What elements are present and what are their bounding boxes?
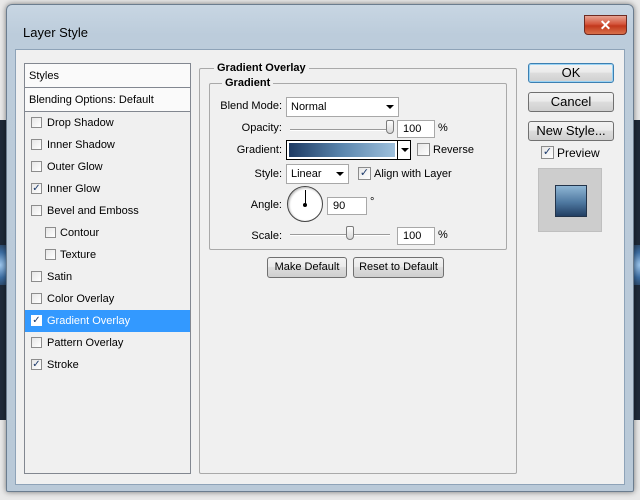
style-item-texture[interactable]: Texture (25, 244, 190, 266)
style-checkbox-drop-shadow[interactable] (31, 117, 42, 128)
preview-checkbox[interactable]: ✓ (541, 146, 554, 159)
style-checkbox-color-overlay[interactable] (31, 293, 42, 304)
style-item-label: Color Overlay (47, 293, 115, 305)
chevron-down-icon (336, 172, 344, 176)
align-with-layer-checkbox[interactable]: ✓ (358, 167, 371, 180)
scale-slider-thumb[interactable] (346, 226, 354, 240)
style-checkbox-gradient-overlay[interactable]: ✓ (31, 315, 42, 326)
blend-mode-select[interactable]: Normal (286, 97, 399, 117)
reverse-label: Reverse (433, 144, 474, 156)
gradient-group-title: Gradient (222, 77, 274, 89)
scale-slider-track[interactable] (290, 234, 390, 236)
style-rows: Drop Shadow Inner Shadow Outer Glow ✓ Inner … (25, 112, 190, 376)
preview-label: Preview (557, 146, 600, 160)
style-checkbox-inner-glow[interactable]: ✓ (31, 183, 42, 194)
style-item-label: Drop Shadow (47, 117, 114, 129)
opacity-slider-track[interactable] (290, 129, 390, 131)
style-item-outer-glow[interactable]: Outer Glow (25, 156, 190, 178)
style-checkbox-stroke[interactable]: ✓ (31, 359, 42, 370)
checkmark-icon: ✓ (542, 146, 553, 158)
styles-header[interactable]: Styles (25, 64, 190, 88)
style-checkbox-inner-shadow[interactable] (31, 139, 42, 150)
style-preview-swatch (555, 185, 587, 217)
reset-to-default-button[interactable]: Reset to Default (353, 257, 444, 278)
style-item-color-overlay[interactable]: Color Overlay (25, 288, 190, 310)
gradient-overlay-title: Gradient Overlay (214, 62, 309, 74)
style-item-label: Texture (60, 249, 97, 261)
opacity-label: Opacity: (241, 122, 282, 134)
angle-dial-center (303, 203, 307, 207)
style-checkbox-bevel-and-emboss[interactable] (31, 205, 42, 216)
style-item-label: Bevel and Emboss (47, 205, 139, 217)
gradient-label: Gradient: (236, 144, 282, 156)
blend-mode-value: Normal (291, 101, 327, 113)
close-button[interactable]: ✕ (584, 15, 627, 35)
style-checkbox-contour[interactable] (45, 227, 56, 238)
style-item-drop-shadow[interactable]: Drop Shadow (25, 112, 190, 134)
layer-style-dialog: Layer Style ✕ Styles Blending Options: D… (6, 4, 634, 492)
style-checkbox-texture[interactable] (45, 249, 56, 260)
scale-unit: % (438, 229, 448, 241)
style-item-label: Inner Shadow (47, 139, 115, 151)
cancel-button[interactable]: Cancel (528, 92, 614, 112)
style-item-satin[interactable]: Satin (25, 266, 190, 288)
style-item-inner-glow[interactable]: ✓ Inner Glow (25, 178, 190, 200)
checkmark-icon: ✓ (359, 167, 370, 179)
gradient-preview-fill (289, 143, 395, 157)
ok-button[interactable]: OK (528, 63, 614, 83)
style-checkbox-satin[interactable] (31, 271, 42, 282)
style-checkbox-outer-glow[interactable] (31, 161, 42, 172)
style-item-label: Outer Glow (47, 161, 103, 173)
close-icon: ✕ (599, 17, 612, 33)
styles-list: Styles Blending Options: Default Drop Sh… (24, 63, 191, 474)
style-label: Style: (254, 168, 282, 180)
style-item-bevel-and-emboss[interactable]: Bevel and Emboss (25, 200, 190, 222)
chevron-down-icon (401, 148, 409, 152)
blending-options-item[interactable]: Blending Options: Default (25, 88, 190, 112)
style-item-label: Pattern Overlay (47, 337, 124, 349)
align-with-layer-label: Align with Layer (374, 168, 452, 180)
style-item-stroke[interactable]: ✓ Stroke (25, 354, 190, 376)
style-value: Linear (291, 168, 322, 180)
opacity-input[interactable]: 100 (397, 120, 435, 138)
scale-input[interactable]: 100 (397, 227, 435, 245)
style-checkbox-pattern-overlay[interactable] (31, 337, 42, 348)
angle-unit: ° (370, 196, 375, 208)
style-item-label: Contour (60, 227, 100, 239)
style-item-label: Stroke (47, 359, 79, 371)
style-preview-box (538, 168, 602, 232)
style-item-contour[interactable]: Contour (25, 222, 190, 244)
style-item-label: Gradient Overlay (47, 315, 131, 327)
scale-label: Scale: (251, 230, 282, 242)
style-item-gradient-overlay[interactable]: ✓ Gradient Overlay (25, 310, 190, 332)
chevron-down-icon (386, 105, 394, 109)
style-item-label: Inner Glow (47, 183, 101, 195)
new-style-button[interactable]: New Style... (528, 121, 614, 141)
style-select[interactable]: Linear (286, 164, 349, 184)
window-title: Layer Style (23, 25, 89, 40)
gradient-picker-dropdown[interactable] (397, 140, 411, 160)
angle-input[interactable]: 90 (327, 197, 367, 215)
angle-dial[interactable] (287, 186, 323, 222)
style-item-inner-shadow[interactable]: Inner Shadow (25, 134, 190, 156)
make-default-button[interactable]: Make Default (267, 257, 347, 278)
style-item-label: Satin (47, 271, 73, 283)
dialog-client-area: Styles Blending Options: Default Drop Sh… (15, 49, 625, 485)
opacity-slider-thumb[interactable] (386, 120, 394, 134)
reverse-checkbox[interactable] (417, 143, 430, 156)
angle-label: Angle: (250, 199, 282, 211)
opacity-unit: % (438, 122, 448, 134)
style-item-pattern-overlay[interactable]: Pattern Overlay (25, 332, 190, 354)
blend-mode-label: Blend Mode: (220, 100, 282, 112)
title-bar[interactable]: Layer Style ✕ (7, 5, 633, 40)
gradient-swatch[interactable] (286, 140, 398, 160)
